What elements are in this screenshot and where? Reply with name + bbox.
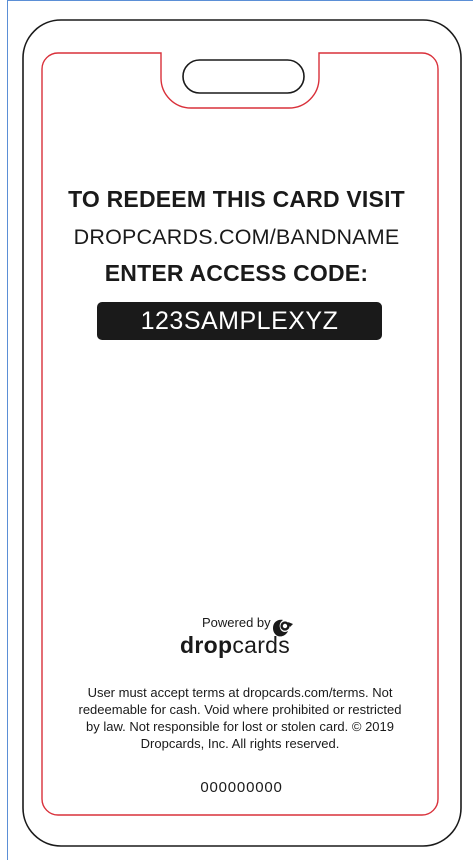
- hang-hole: [182, 59, 305, 94]
- access-code-box: 123SAMPLEXYZ: [97, 302, 382, 340]
- dropcards-logo-icon: [273, 619, 293, 637]
- redeem-instruction: TO REDEEM THIS CARD VISIT: [68, 186, 405, 212]
- wordmark-bold: drop: [180, 632, 233, 658]
- redeem-url: DROPCARDS.COM/BANDNAME: [73, 225, 400, 249]
- access-code-heading: ENTER ACCESS CODE:: [104, 260, 369, 286]
- serial-number: 000000000: [200, 779, 283, 796]
- terms-text: User must accept terms at dropcards.com/…: [78, 685, 402, 751]
- powered-by-label: Powered by: [202, 615, 271, 630]
